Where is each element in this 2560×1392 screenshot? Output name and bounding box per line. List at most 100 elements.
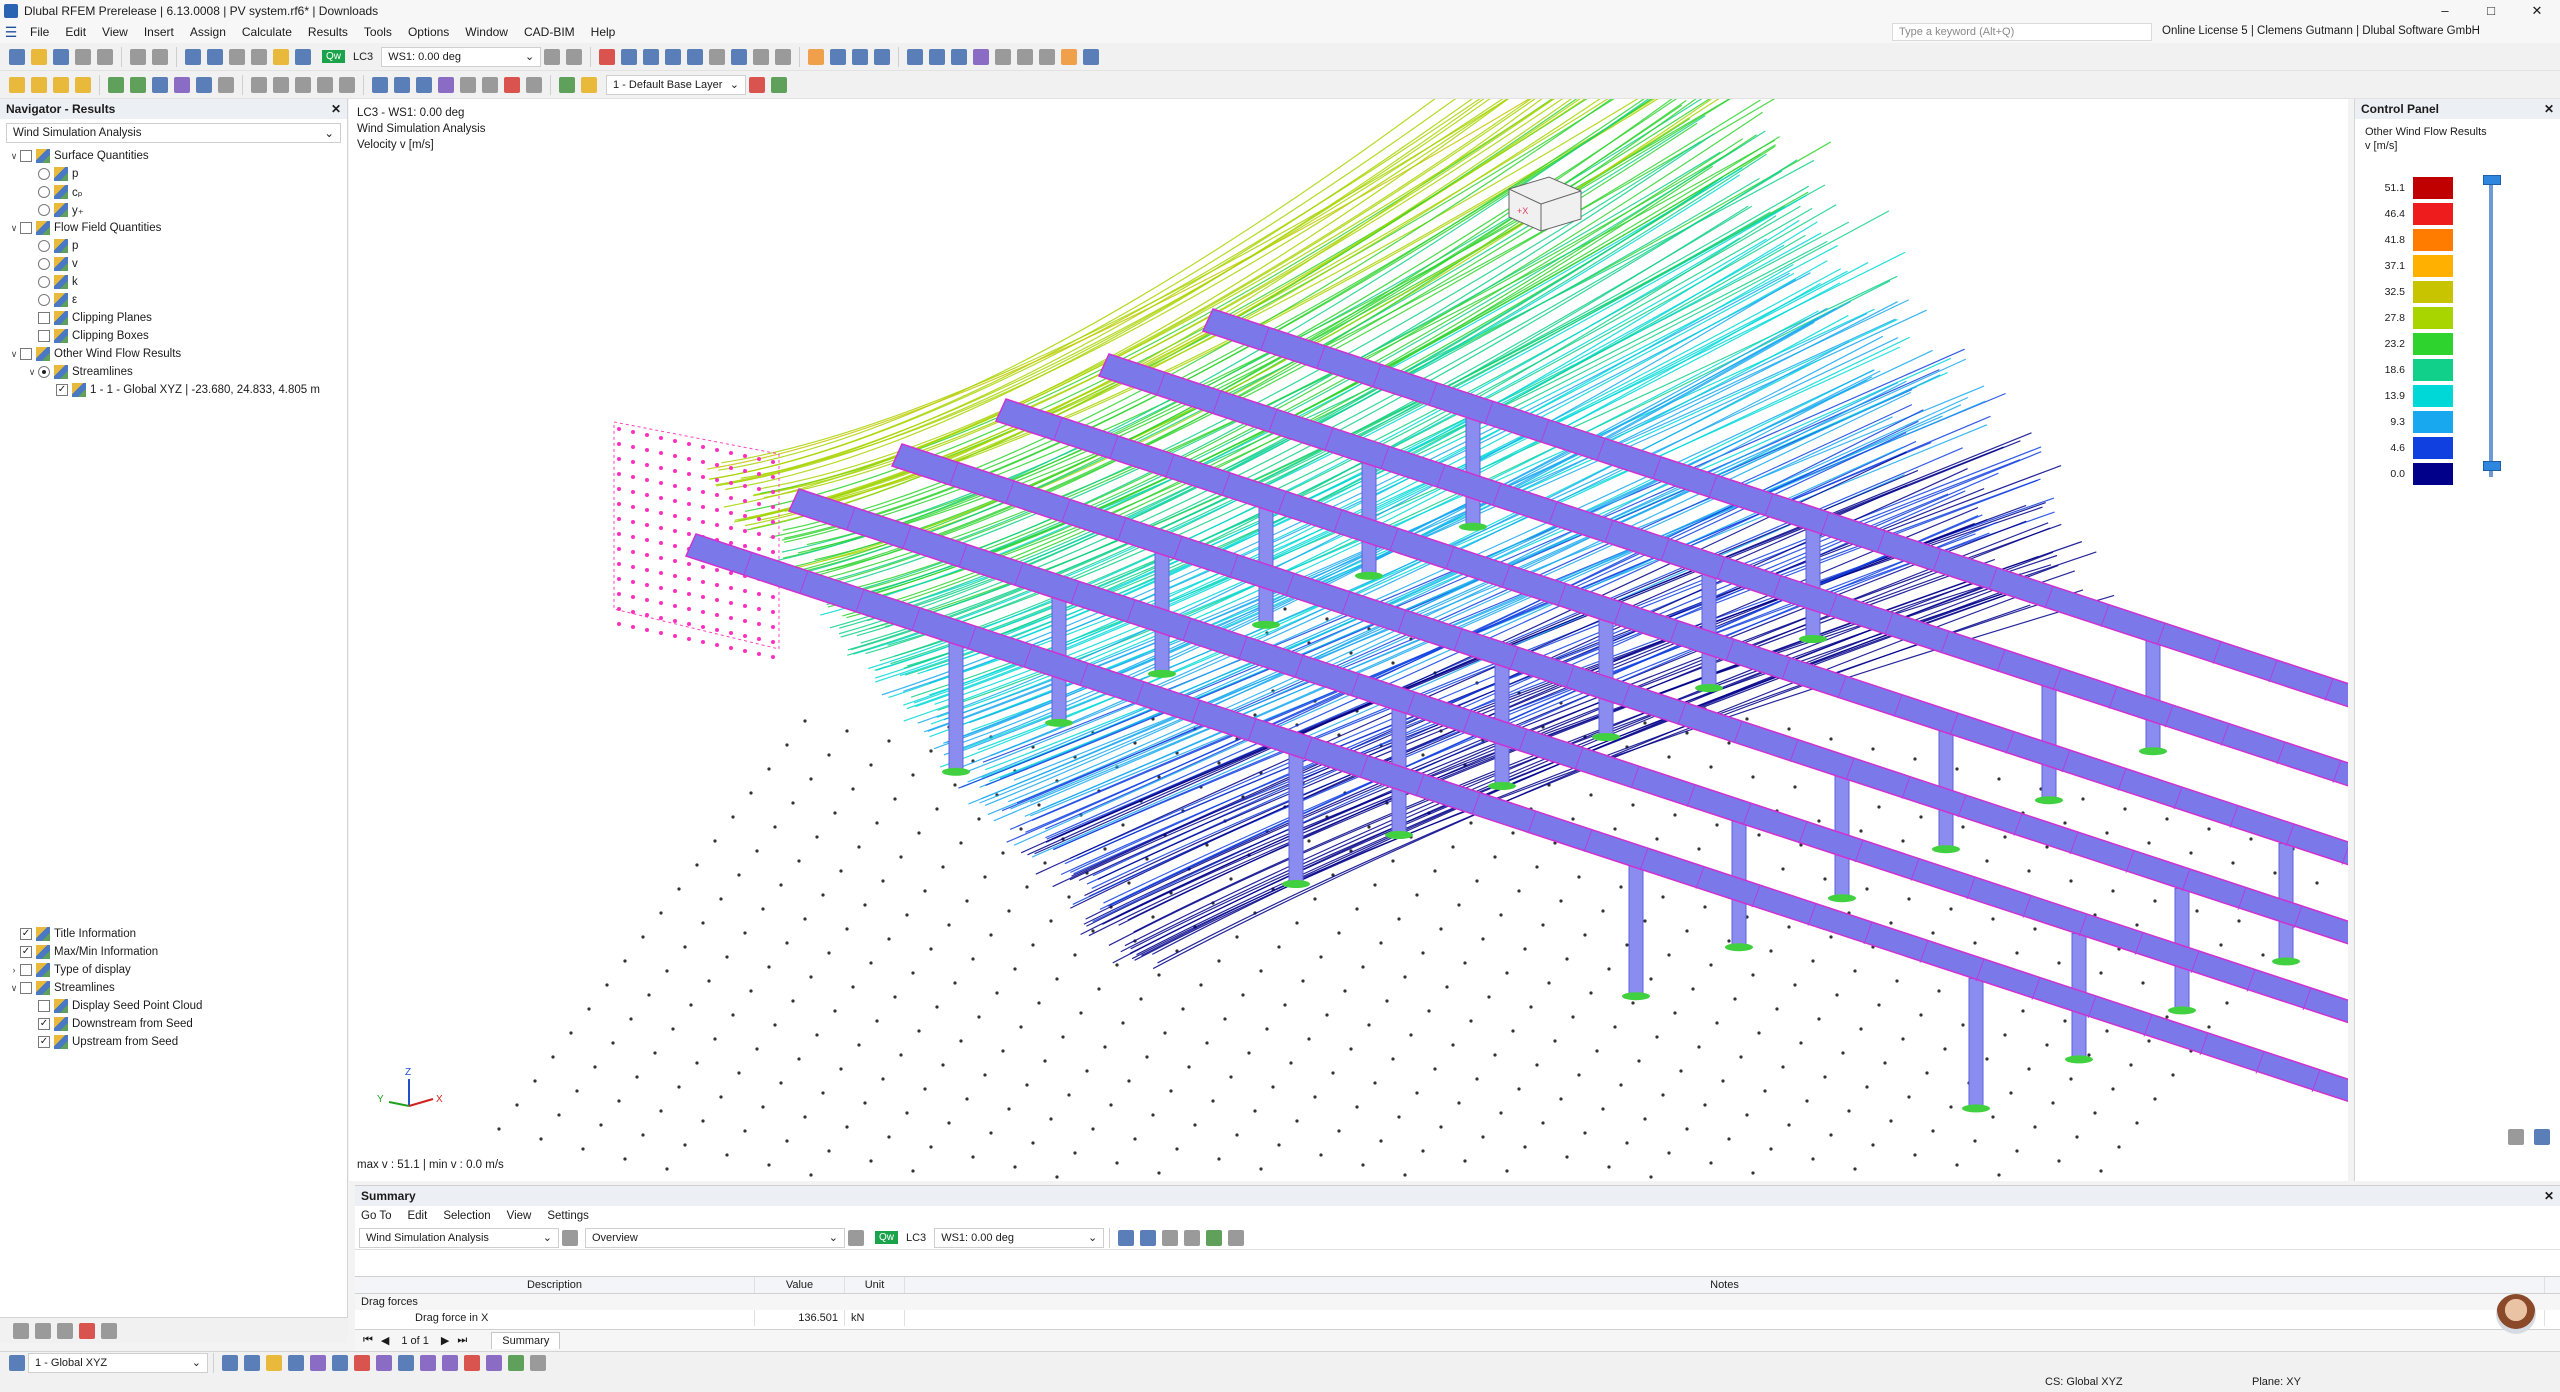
- snap-line-icon[interactable]: [266, 1354, 282, 1371]
- checkbox[interactable]: ✓: [38, 1018, 50, 1030]
- 3d-viewport[interactable]: +X Z X Y LC3 - WS1: 0.00 deg Wind Simulatio…: [349, 99, 2348, 1181]
- legend-options-icon[interactable]: [2534, 1129, 2550, 1145]
- menu-cad-bim[interactable]: CAD-BIM: [516, 25, 583, 39]
- tree-item[interactable]: cₚ: [26, 183, 83, 201]
- legend-range-slider[interactable]: [2489, 181, 2493, 477]
- close-icon[interactable]: ✕: [331, 102, 341, 116]
- chevron-down-icon[interactable]: ∨: [8, 349, 20, 360]
- menu-view[interactable]: View: [94, 25, 136, 39]
- legend-settings-icon[interactable]: [2508, 1129, 2524, 1145]
- guide-lines-icon[interactable]: [1017, 48, 1034, 65]
- tree-item[interactable]: v: [26, 255, 78, 273]
- excel-icon[interactable]: [1206, 1229, 1223, 1246]
- tree-item[interactable]: ✓ 1 - 1 - Global XYZ | -23.680, 24.833, 4…: [44, 381, 320, 399]
- summary-analysis-dropdown[interactable]: Wind Simulation Analysis ⌄: [359, 1227, 559, 1248]
- filter-icon[interactable]: [1118, 1229, 1135, 1246]
- maximize-button[interactable]: □: [2468, 0, 2514, 21]
- previous-load-case-icon[interactable]: [544, 48, 561, 65]
- distribute-icon[interactable]: [273, 76, 289, 93]
- coordinate-system-dropdown[interactable]: 1 - Global XYZ ⌄: [28, 1352, 208, 1373]
- draw-cross-icon[interactable]: [464, 1354, 480, 1371]
- hinge-icon[interactable]: [130, 76, 146, 93]
- node-icon[interactable]: [9, 76, 25, 93]
- member-icon[interactable]: [53, 76, 69, 93]
- next-icon[interactable]: [848, 1229, 864, 1246]
- display-item[interactable]: ✓ Title Information: [8, 925, 136, 943]
- section-cut-icon[interactable]: [218, 76, 234, 93]
- summary-menu-view[interactable]: View: [507, 1210, 532, 1222]
- layer-visible-icon[interactable]: [559, 76, 575, 93]
- cancel-selection-icon[interactable]: [504, 76, 520, 93]
- load-case-dropdown[interactable]: WS1: 0.00 deg ⌄: [381, 46, 542, 67]
- load-icon[interactable]: [152, 76, 168, 93]
- mesh-icon[interactable]: [460, 76, 476, 93]
- prev-page-icon[interactable]: ◀: [381, 1334, 389, 1347]
- user-avatar[interactable]: [2496, 1294, 2536, 1334]
- view-icon[interactable]: [185, 48, 201, 65]
- orange-tool-icon[interactable]: [1061, 48, 1078, 65]
- tree-item[interactable]: ∨ Other Wind Flow Results: [8, 345, 181, 363]
- tree-item[interactable]: Clipping Boxes: [26, 327, 149, 345]
- close-icon[interactable]: ✕: [2544, 1189, 2554, 1203]
- view-iso-icon[interactable]: [830, 48, 847, 65]
- tree-item[interactable]: ∨ Streamlines: [26, 363, 133, 381]
- support-icon[interactable]: [108, 76, 124, 93]
- snap-icon[interactable]: [907, 48, 924, 65]
- summary-menu-selection[interactable]: Selection: [443, 1210, 490, 1222]
- clip-icon[interactable]: [482, 76, 498, 93]
- display-item[interactable]: › Type of display: [8, 961, 131, 979]
- menu-help[interactable]: Help: [583, 25, 624, 39]
- slider-max-handle[interactable]: [2483, 175, 2501, 185]
- grid-icon[interactable]: [929, 48, 946, 65]
- checkbox[interactable]: ✓: [20, 928, 32, 940]
- menu-tools[interactable]: Tools: [356, 25, 400, 39]
- checkbox[interactable]: ✓: [20, 946, 32, 958]
- settings-icon[interactable]: [1083, 48, 1100, 65]
- draw-rect-icon[interactable]: [508, 1354, 524, 1371]
- measure-icon[interactable]: [709, 48, 726, 65]
- summary-menu-edit[interactable]: Edit: [407, 1210, 427, 1222]
- menu-window[interactable]: Window: [457, 25, 516, 39]
- tree-item[interactable]: y₊: [26, 201, 84, 219]
- cs-icon[interactable]: [9, 1354, 25, 1371]
- summary-menu-goto[interactable]: Go To: [361, 1210, 391, 1222]
- copy-icon[interactable]: [687, 48, 704, 65]
- scale-icon[interactable]: [317, 76, 333, 93]
- camera-icon[interactable]: [526, 76, 542, 93]
- next-page-icon[interactable]: ▶: [441, 1334, 449, 1347]
- checkbox[interactable]: [20, 222, 32, 234]
- summary-load-case-dropdown[interactable]: WS1: 0.00 deg ⌄: [934, 1227, 1105, 1248]
- opening-icon[interactable]: [174, 76, 190, 93]
- coordinate-system-icon[interactable]: [973, 48, 990, 65]
- line-icon[interactable]: [31, 76, 47, 93]
- menu-options[interactable]: Options: [400, 25, 457, 39]
- minimize-button[interactable]: –: [2422, 0, 2468, 21]
- dimension-icon[interactable]: [1039, 48, 1056, 65]
- window-layout-icon[interactable]: [207, 48, 223, 65]
- summary-menu-settings[interactable]: Settings: [547, 1210, 589, 1222]
- close-window-button[interactable]: ✕: [2514, 0, 2560, 21]
- chevron-down-icon[interactable]: ∨: [8, 983, 20, 994]
- select-icon[interactable]: [621, 48, 638, 65]
- snap-grid-icon[interactable]: [222, 1354, 238, 1371]
- tree-item[interactable]: ∨ Surface Quantities: [8, 147, 149, 165]
- checkbox[interactable]: [38, 330, 50, 342]
- solid-icon[interactable]: [196, 76, 212, 93]
- zoom-icon[interactable]: [753, 48, 770, 65]
- radio-button[interactable]: [38, 366, 50, 378]
- display-item[interactable]: ✓ Max/Min Information: [8, 943, 158, 961]
- first-page-icon[interactable]: ⏮: [363, 1334, 373, 1347]
- menu-insert[interactable]: Insert: [136, 25, 182, 39]
- display-item[interactable]: ✓ Downstream from Seed: [26, 1015, 193, 1033]
- tree-item[interactable]: ∨ Flow Field Quantities: [8, 219, 161, 237]
- checkbox[interactable]: [20, 150, 32, 162]
- tab-summary[interactable]: Summary: [491, 1332, 561, 1349]
- display-item[interactable]: Display Seed Point Cloud: [26, 997, 202, 1015]
- results-tab-icon[interactable]: [79, 1322, 95, 1339]
- tree-item[interactable]: Clipping Planes: [26, 309, 152, 327]
- snap-tangent-icon[interactable]: [354, 1354, 370, 1371]
- menu-file[interactable]: File: [22, 25, 57, 39]
- view-front-icon[interactable]: [852, 48, 869, 65]
- save-icon[interactable]: [53, 48, 69, 65]
- redo-icon[interactable]: [152, 48, 168, 65]
